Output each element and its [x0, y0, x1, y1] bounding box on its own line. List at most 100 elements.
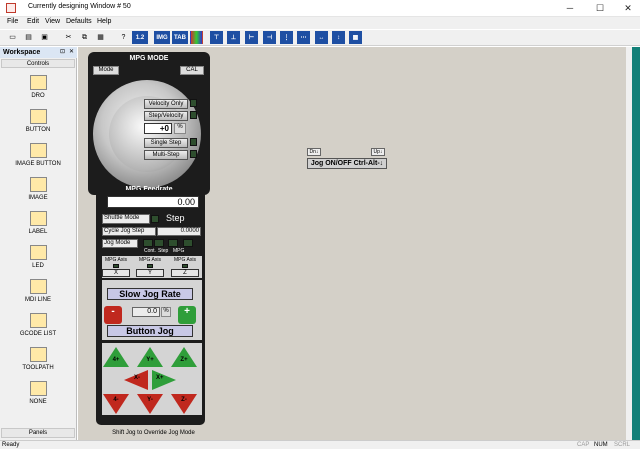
jog-y-plus-button[interactable]: Y+	[137, 347, 163, 367]
cont-led	[143, 239, 153, 247]
axis-z-button[interactable]: Z	[171, 269, 199, 277]
jog-rate-plus-button[interactable]: +	[178, 306, 196, 324]
dro-icon	[29, 75, 47, 90]
shuttle-led	[151, 215, 159, 223]
paste-icon[interactable]: ▦	[94, 31, 107, 44]
window-title: Currently designing Window # 50	[28, 3, 131, 10]
align-left-icon[interactable]: ⊢	[245, 31, 258, 44]
save-icon[interactable]: ▣	[38, 31, 51, 44]
step-velocity-led	[190, 111, 197, 119]
tab-icon[interactable]: TAB	[172, 31, 188, 44]
axis-y-button[interactable]: Y	[136, 269, 164, 277]
label-icon	[29, 211, 47, 226]
tool-none[interactable]: NONE	[0, 381, 76, 405]
panels-section[interactable]: Panels	[1, 428, 75, 438]
jog-4-minus-button[interactable]: 4-	[103, 394, 129, 414]
jog-x-plus-label: X+	[156, 375, 164, 381]
menu-defaults[interactable]: Defaults	[66, 18, 92, 25]
open-icon[interactable]: ▤	[22, 31, 35, 44]
jog-toggle-widget: Dn↓ Up↓ Jog ON/OFF Ctrl-Alt-↓	[307, 148, 387, 170]
jog-rate-minus-button[interactable]: -	[104, 306, 122, 324]
gcode-list-icon	[29, 313, 47, 328]
mdi-line-icon	[29, 279, 47, 294]
image-icon[interactable]: IMG	[154, 31, 170, 44]
jog-pendant: 0.00 Shuttle Mode Step Cycle Jog Step 0.…	[96, 190, 205, 425]
toolpath-icon	[29, 347, 47, 362]
shuttle-mode-button[interactable]: Shuttle Mode	[102, 214, 150, 224]
new-icon[interactable]: ▭	[6, 31, 19, 44]
step-mode-label: Step	[158, 248, 169, 254]
num-indicator: NUM	[594, 442, 608, 448]
axis-label-y: MPG Axis	[139, 257, 161, 263]
tool-dro[interactable]: DRO	[0, 75, 76, 99]
menu-help[interactable]: Help	[97, 18, 111, 25]
workspace-title: Workspace	[0, 47, 77, 58]
align-right-icon[interactable]: ⊣	[263, 31, 276, 44]
status-bar: Ready CAP NUM SCRL	[0, 440, 640, 449]
mpg-dial[interactable]	[93, 80, 201, 188]
minimize-button[interactable]: ─	[556, 0, 584, 16]
cycle-jog-step-button[interactable]: Cycle Jog Step	[102, 227, 156, 236]
velocity-only-button[interactable]: Velocity Only	[144, 99, 188, 109]
colors-icon[interactable]	[190, 31, 203, 44]
jog-z-minus-button[interactable]: Z-	[171, 394, 197, 414]
jog-up-button[interactable]: Up↓	[371, 148, 385, 156]
multi-step-button[interactable]: Multi-Step	[144, 150, 188, 160]
tool-image-button[interactable]: IMAGE BUTTON	[0, 143, 76, 167]
jog-hint-label: Shift Jog to Override Jog Mode	[112, 430, 195, 436]
scrl-indicator: SCRL	[614, 442, 631, 448]
tool-label: BUTTON	[25, 127, 51, 133]
jog-4-plus-button[interactable]: 4+	[103, 347, 129, 367]
menu-edit[interactable]: Edit	[27, 18, 39, 25]
jog-mode-button[interactable]: Jog Mode	[102, 239, 138, 248]
menu-view[interactable]: View	[45, 18, 60, 25]
maximize-button[interactable]: ☐	[586, 0, 614, 16]
tool-mdi-line[interactable]: MDI LINE	[0, 279, 76, 303]
help-icon[interactable]: ?	[117, 31, 130, 44]
step-led	[154, 239, 164, 247]
menu-file[interactable]: File	[7, 18, 18, 25]
cal-button[interactable]: CAL	[180, 66, 204, 75]
tab-order-icon[interactable]: 1.2	[132, 31, 148, 44]
tool-toolpath[interactable]: TOOLPATH	[0, 347, 76, 371]
step-velocity-button[interactable]: Step/Velocity	[144, 111, 188, 121]
jog-rate-unit: %	[161, 307, 171, 317]
controls-section[interactable]: Controls	[1, 59, 75, 68]
tool-led[interactable]: LED	[0, 245, 76, 269]
tool-label: GCODE LIST	[19, 331, 57, 337]
jog-z-plus-button[interactable]: Z+	[171, 347, 197, 367]
cut-icon[interactable]: ✂	[62, 31, 75, 44]
cycle-jog-value: 0.0000	[157, 227, 201, 236]
pin-icon[interactable]: ⊡	[60, 48, 65, 55]
close-panel-icon[interactable]: ✕	[69, 48, 74, 55]
jog-dn-button[interactable]: Dn↓	[307, 148, 321, 156]
image-button-icon	[29, 143, 47, 158]
step-counter: +0	[144, 123, 172, 134]
title-bar: Currently designing Window # 50 ─ ☐ ✕	[0, 0, 640, 17]
tool-label[interactable]: LABEL	[0, 211, 76, 235]
align-bottom-icon[interactable]: ⊥	[227, 31, 240, 44]
tool-gcode-list[interactable]: GCODE LIST	[0, 313, 76, 337]
center-h-icon[interactable]: ⋯	[297, 31, 310, 44]
tool-label: LED	[32, 263, 44, 269]
close-button[interactable]: ✕	[614, 0, 640, 16]
space-h-icon[interactable]: ↔	[315, 31, 328, 44]
jog-rate-value: 0.0	[132, 307, 160, 317]
single-step-button[interactable]: Single Step	[144, 138, 188, 148]
axis-label-x: MPG Axis	[105, 257, 127, 263]
none-icon	[29, 381, 47, 396]
single-step-led	[190, 138, 197, 146]
copy-icon[interactable]: ⧉	[78, 31, 91, 44]
align-top-icon[interactable]: ⊤	[210, 31, 223, 44]
mode-button[interactable]: Mode	[93, 66, 119, 75]
grid-icon[interactable]: ▦	[349, 31, 362, 44]
jog-y-minus-button[interactable]: Y-	[137, 394, 163, 414]
tool-image[interactable]: IMAGE	[0, 177, 76, 201]
axis-x-button[interactable]: X	[102, 269, 130, 277]
space-v-icon[interactable]: ↕	[332, 31, 345, 44]
jog-on-off-button[interactable]: Jog ON/OFF Ctrl-Alt-↓	[307, 158, 387, 169]
tool-button[interactable]: BUTTON	[0, 109, 76, 133]
image-icon	[29, 177, 47, 192]
center-v-icon[interactable]: ⋮	[280, 31, 293, 44]
axis-label-z: MPG Axis	[174, 257, 196, 263]
